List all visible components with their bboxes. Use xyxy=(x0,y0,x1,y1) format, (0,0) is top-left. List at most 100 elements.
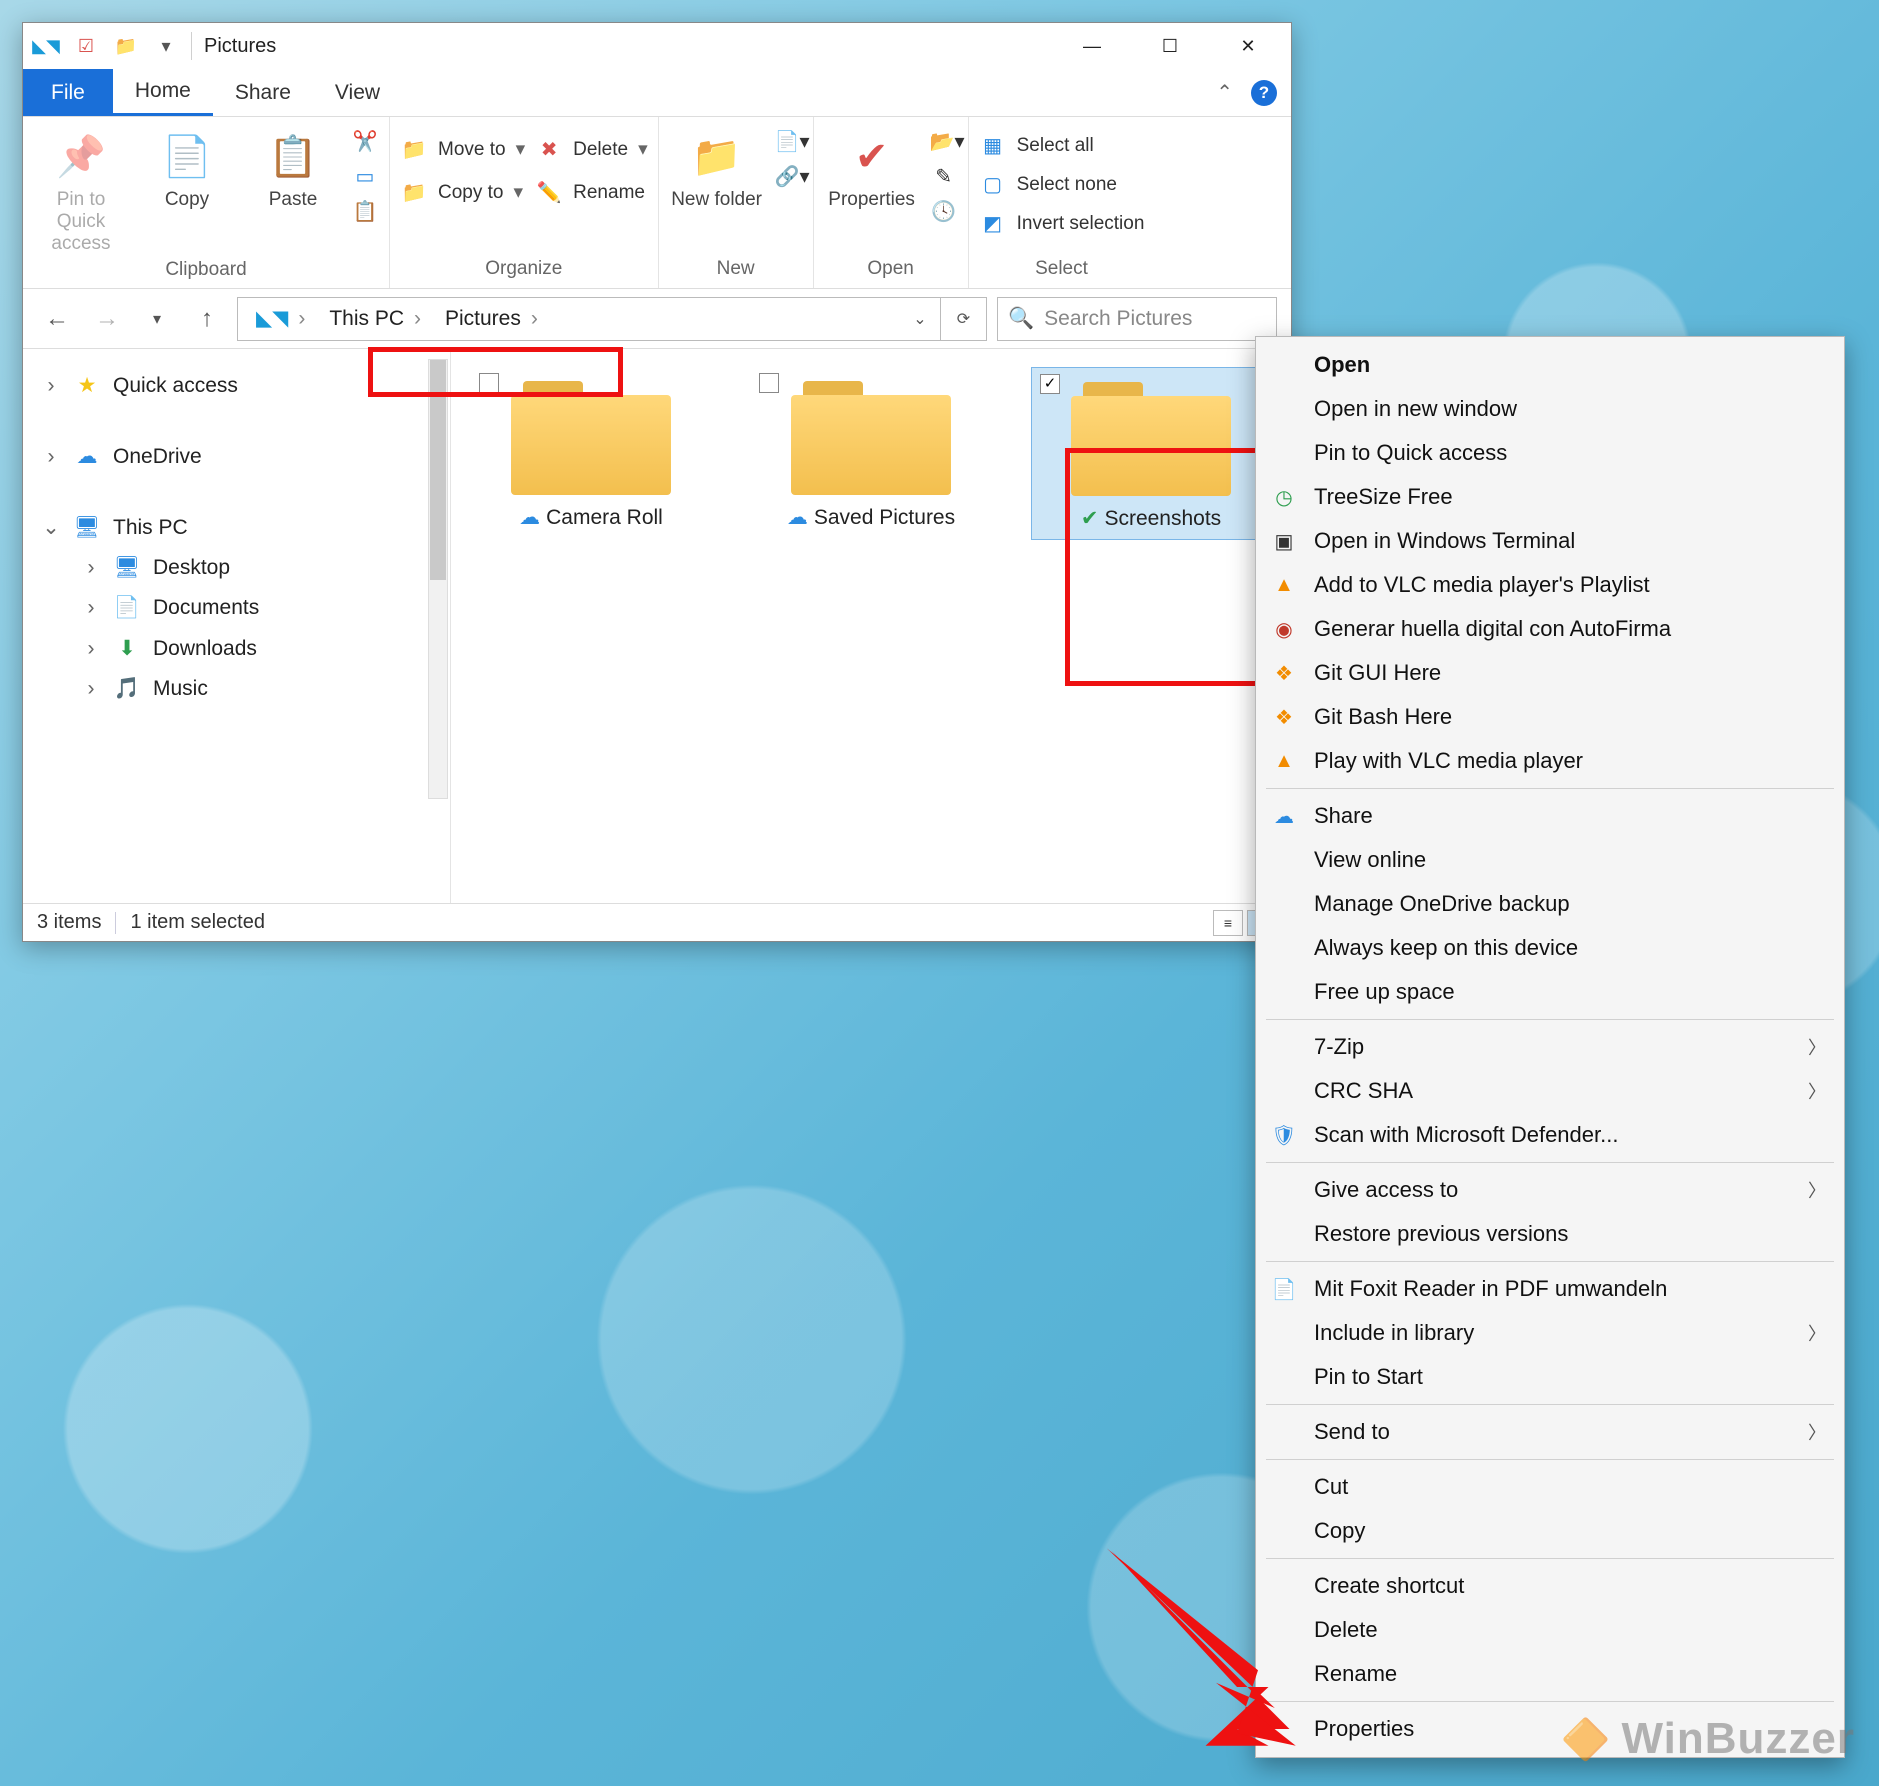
pin-quickaccess-button[interactable]: 📌Pin to Quick access xyxy=(33,123,129,255)
nav-up-button[interactable]: ↑ xyxy=(187,299,227,339)
invertselection-button[interactable]: ◩Invert selection xyxy=(979,211,1145,236)
context-item[interactable]: Free up space xyxy=(1258,970,1842,1014)
qat-dropdown-icon[interactable]: ▾ xyxy=(153,33,179,59)
tab-share[interactable]: Share xyxy=(213,69,313,116)
sidebar-thispc[interactable]: ⌄🖥This PC xyxy=(23,507,450,548)
copy-button[interactable]: 📄Copy xyxy=(139,123,235,211)
address-dropdown-icon[interactable]: ⌄ xyxy=(900,309,940,329)
paste-button[interactable]: 📋Paste xyxy=(245,123,341,211)
folder-item[interactable]: ☁ Camera Roll xyxy=(471,367,711,538)
sidebar-desktop[interactable]: ›🖥Desktop xyxy=(23,548,450,588)
context-item[interactable]: 7-Zip〉 xyxy=(1258,1025,1842,1069)
checkbox[interactable]: ✓ xyxy=(1040,374,1060,394)
help-button[interactable]: ? xyxy=(1251,80,1277,106)
context-item[interactable]: Open xyxy=(1258,343,1842,387)
tab-file[interactable]: File xyxy=(23,69,113,116)
git-icon: ❖ xyxy=(1268,661,1300,686)
refresh-button[interactable]: ⟳ xyxy=(940,298,986,340)
context-item[interactable]: ▲Play with VLC media player xyxy=(1258,739,1842,783)
search-icon: 🔍 xyxy=(1008,307,1034,331)
context-item[interactable]: Open in new window xyxy=(1258,387,1842,431)
rename-button[interactable]: ✏️Rename xyxy=(535,180,647,205)
context-item-label: Pin to Start xyxy=(1314,1364,1826,1390)
qat-properties-icon[interactable]: ☑ xyxy=(73,33,99,59)
autofirma-icon: ◉ xyxy=(1268,617,1300,642)
content-pane[interactable]: ☁ Camera Roll☁ Saved Pictures✓✔ Screensh… xyxy=(451,349,1291,903)
context-item[interactable]: Always keep on this device xyxy=(1258,926,1842,970)
properties-button[interactable]: ✔Properties xyxy=(824,123,920,211)
checkbox[interactable] xyxy=(759,373,779,393)
sidebar-downloads[interactable]: ›⬇Downloads xyxy=(23,628,450,669)
context-item[interactable]: Copy xyxy=(1258,1509,1842,1553)
minimize-button[interactable]: — xyxy=(1053,23,1131,69)
maximize-button[interactable]: ☐ xyxy=(1131,23,1209,69)
context-item[interactable]: 🛡Scan with Microsoft Defender... xyxy=(1258,1113,1842,1157)
synced-icon: ✔ xyxy=(1081,506,1099,531)
address-bar[interactable]: ◣◥› This PC› Pictures› ⌄ ⟳ xyxy=(237,297,987,341)
context-item[interactable]: Pin to Quick access xyxy=(1258,431,1842,475)
context-item[interactable]: Restore previous versions xyxy=(1258,1212,1842,1256)
sidebar-quickaccess[interactable]: ›★Quick access xyxy=(23,365,450,406)
group-label-organize: Organize xyxy=(400,254,648,286)
navigation-pane[interactable]: ›★Quick access ›☁OneDrive ⌄🖥This PC ›🖥De… xyxy=(23,349,451,903)
context-item[interactable]: 📄Mit Foxit Reader in PDF umwandeln xyxy=(1258,1267,1842,1311)
context-item-label: Open xyxy=(1314,352,1826,378)
history-icon[interactable]: 🕓 xyxy=(930,199,958,224)
sidebar-onedrive[interactable]: ›☁OneDrive xyxy=(23,436,450,477)
ribbon-collapse-icon[interactable]: ⌃ xyxy=(1216,80,1233,105)
context-item[interactable]: Cut xyxy=(1258,1465,1842,1509)
newfolder-button[interactable]: 📁New folder xyxy=(669,123,765,211)
sidebar-documents[interactable]: ›📄Documents xyxy=(23,588,450,628)
folder-item[interactable]: ☁ Saved Pictures xyxy=(751,367,991,538)
tab-view[interactable]: View xyxy=(313,69,402,116)
copypath-icon[interactable]: ▭ xyxy=(351,164,379,189)
tab-home[interactable]: Home xyxy=(113,69,213,116)
folder-item[interactable]: ✓✔ Screenshots xyxy=(1031,367,1271,540)
selectnone-button[interactable]: ▢Select none xyxy=(979,172,1145,197)
selectall-button[interactable]: ▦Select all xyxy=(979,133,1145,158)
nav-recent-dropdown[interactable]: ▾ xyxy=(137,299,177,339)
context-item[interactable]: View online xyxy=(1258,838,1842,882)
breadcrumb-current[interactable]: Pictures xyxy=(445,307,521,331)
search-box[interactable]: 🔍 Search Pictures xyxy=(997,297,1277,341)
context-item[interactable]: Pin to Start xyxy=(1258,1355,1842,1399)
qat-newfolder-icon[interactable]: 📁 xyxy=(113,33,139,59)
context-item[interactable]: Create shortcut xyxy=(1258,1564,1842,1608)
context-item[interactable]: Give access to〉 xyxy=(1258,1168,1842,1212)
nav-forward-button[interactable]: → xyxy=(87,299,127,339)
context-item[interactable]: ❖Git GUI Here xyxy=(1258,651,1842,695)
cloud-icon: ☁ xyxy=(787,505,808,530)
context-item[interactable]: ▣Open in Windows Terminal xyxy=(1258,519,1842,563)
sidebar-music[interactable]: ›🎵Music xyxy=(23,669,450,709)
cut-icon[interactable]: ✂️ xyxy=(351,129,379,154)
context-item[interactable]: Manage OneDrive backup xyxy=(1258,882,1842,926)
context-item[interactable]: Send to〉 xyxy=(1258,1410,1842,1454)
context-item[interactable]: ◷TreeSize Free xyxy=(1258,475,1842,519)
context-item[interactable]: Delete xyxy=(1258,1608,1842,1652)
edit-icon[interactable]: ✎ xyxy=(930,164,958,189)
newitem-icon[interactable]: 📄▾ xyxy=(775,129,803,154)
close-button[interactable]: ✕ xyxy=(1209,23,1287,69)
context-item[interactable]: ◉Generar huella digital con AutoFirma xyxy=(1258,607,1842,651)
navigation-bar: ← → ▾ ↑ ◣◥› This PC› Pictures› ⌄ ⟳ 🔍 Sea… xyxy=(23,289,1291,349)
checkbox[interactable] xyxy=(479,373,499,393)
open-icon[interactable]: 📂▾ xyxy=(930,129,958,154)
sidebar-scrollbar[interactable] xyxy=(428,359,448,799)
context-item[interactable]: Rename xyxy=(1258,1652,1842,1696)
context-item[interactable]: ☁Share xyxy=(1258,794,1842,838)
context-item[interactable]: ▲Add to VLC media player's Playlist xyxy=(1258,563,1842,607)
context-item[interactable]: CRC SHA〉 xyxy=(1258,1069,1842,1113)
view-details-button[interactable]: ≡ xyxy=(1213,910,1243,936)
moveto-button[interactable]: 📁Move to▾ xyxy=(400,137,525,162)
context-item[interactable]: ❖Git Bash Here xyxy=(1258,695,1842,739)
easyaccess-icon[interactable]: 🔗▾ xyxy=(775,164,803,189)
delete-button[interactable]: ✖Delete▾ xyxy=(535,137,647,162)
breadcrumb-root[interactable]: This PC xyxy=(329,307,404,331)
context-item[interactable]: Include in library〉 xyxy=(1258,1311,1842,1355)
nav-back-button[interactable]: ← xyxy=(37,299,77,339)
copyto-button[interactable]: 📁Copy to▾ xyxy=(400,180,525,205)
context-separator xyxy=(1266,1459,1834,1460)
context-item-label: Rename xyxy=(1314,1661,1826,1687)
status-bar: 3 items 1 item selected ≡ ▦ xyxy=(23,903,1291,941)
paste-shortcut-icon[interactable]: 📋 xyxy=(351,199,379,224)
